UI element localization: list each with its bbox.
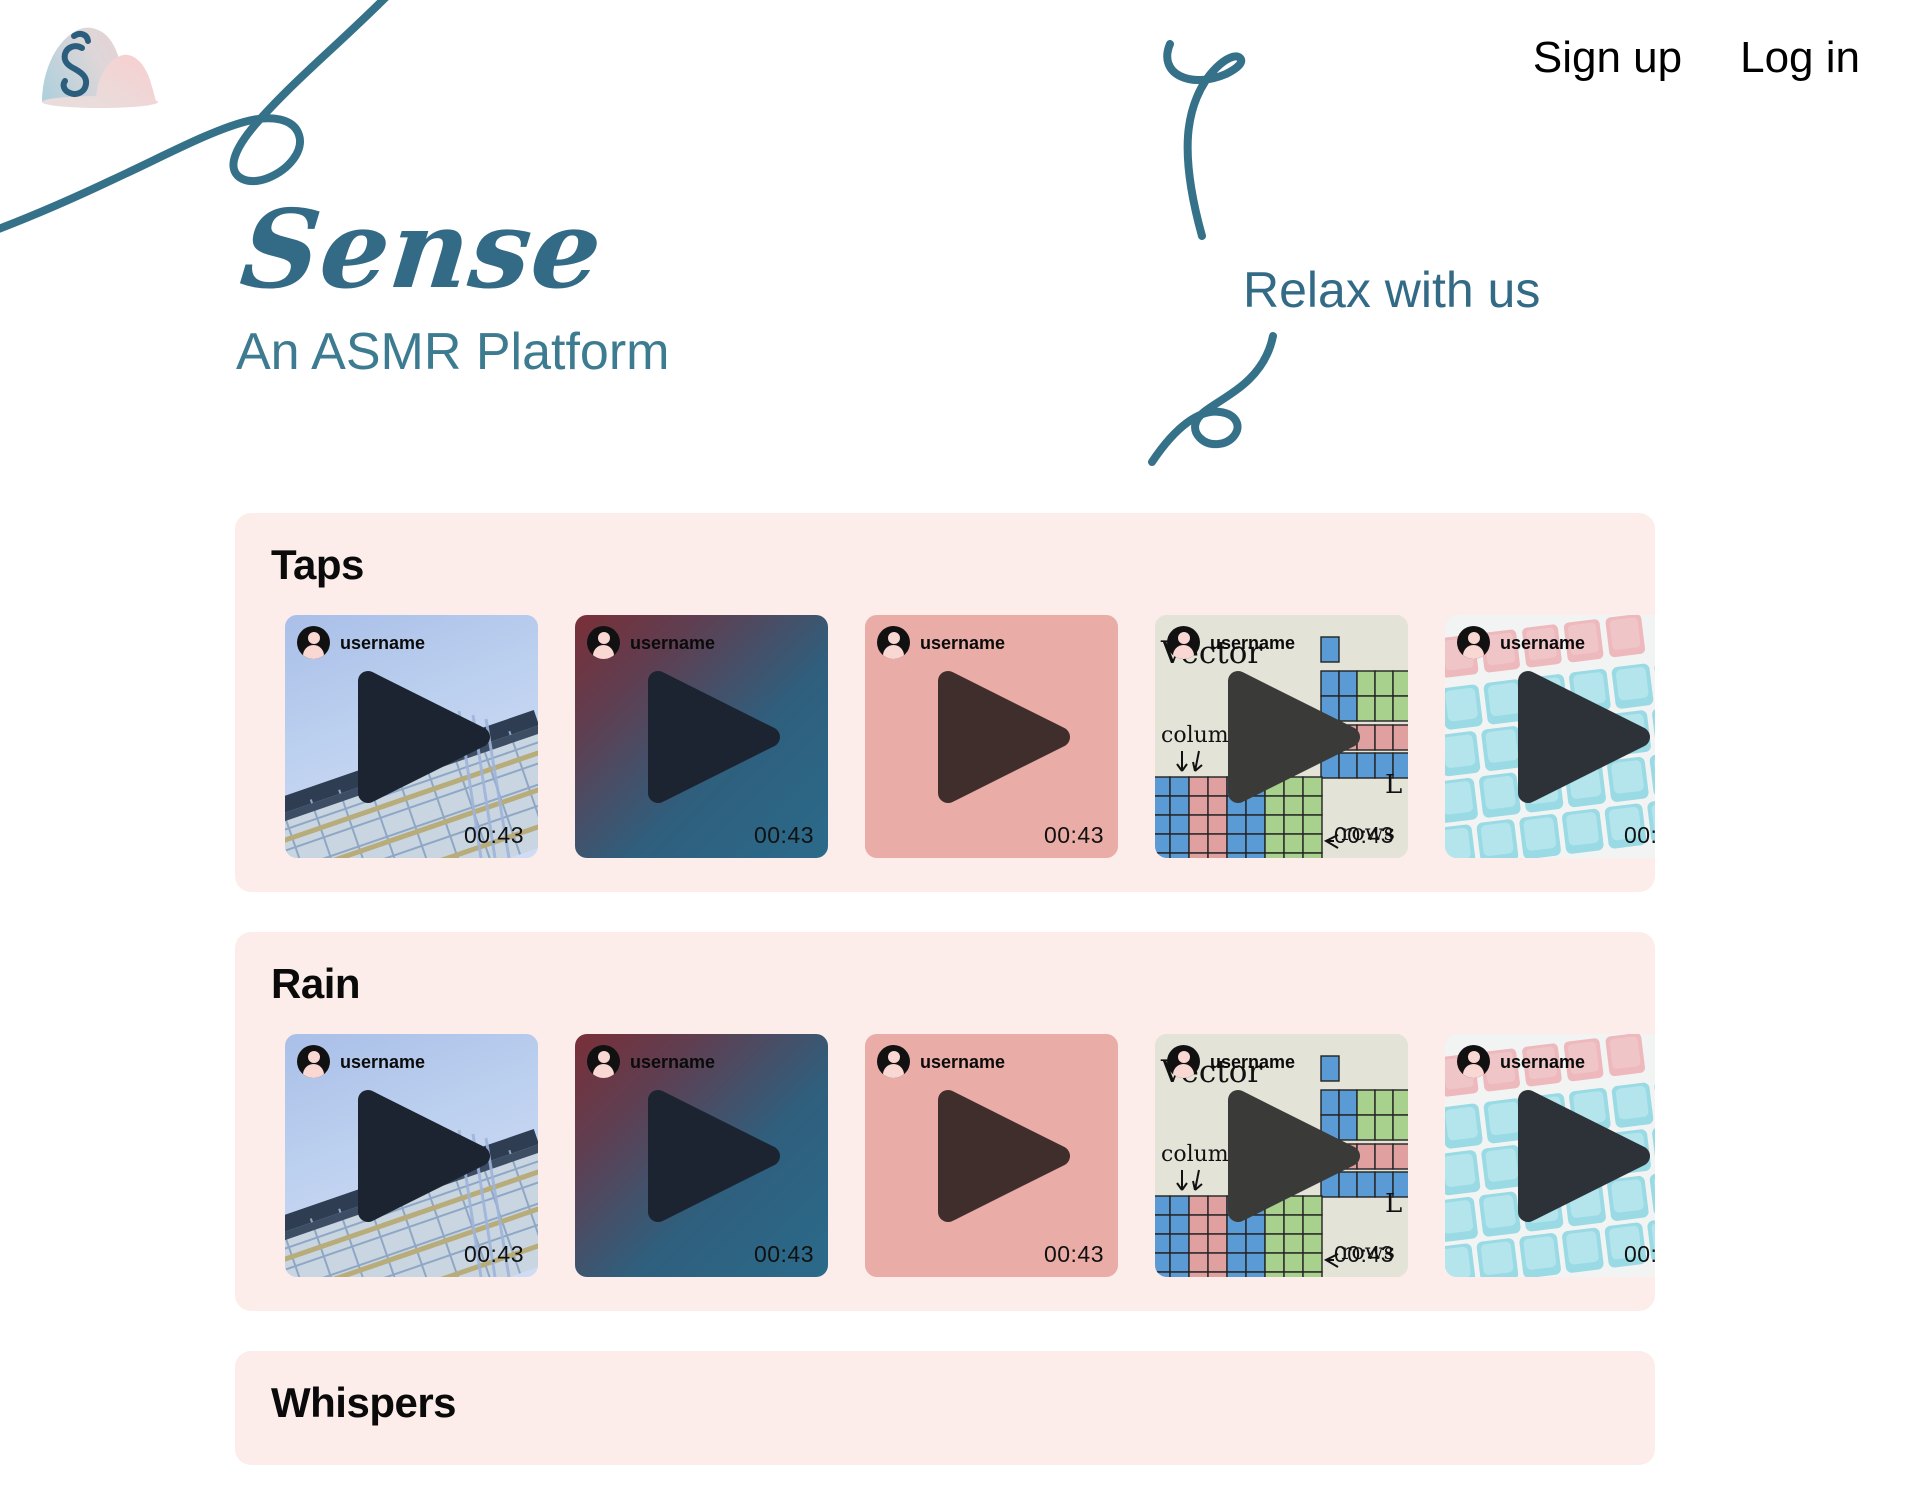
card-header: username <box>1167 1045 1296 1079</box>
video-card[interactable]: Vector columns L rows username 00:43 <box>1155 615 1408 859</box>
video-card[interactable]: username 00:43 <box>285 615 538 859</box>
category-rain: Rain username 00:43 username 00:43 usern… <box>235 932 1655 1312</box>
card-username: username <box>340 1051 426 1072</box>
card-duration: 00:43 <box>1623 822 1655 849</box>
card-header: username <box>877 1045 1006 1079</box>
card-username: username <box>1500 1051 1586 1072</box>
card-duration: 00:43 <box>1333 822 1394 849</box>
card-username: username <box>340 632 426 653</box>
avatar-icon <box>1167 1045 1200 1079</box>
card-duration: 00:43 <box>463 822 524 849</box>
video-card[interactable]: username 00:43 <box>1445 1034 1655 1278</box>
video-card[interactable]: username 00:43 <box>285 1034 538 1278</box>
card-username: username <box>1500 632 1586 653</box>
card-duration: 00:43 <box>1333 1241 1394 1268</box>
card-header: username <box>1457 626 1586 660</box>
video-card[interactable]: Vector columns L rows username 00:43 <box>1155 1034 1408 1278</box>
brand-tagline: An ASMR Platform <box>236 323 670 381</box>
card-duration: 00:43 <box>1623 1241 1655 1268</box>
avatar-icon <box>877 626 910 660</box>
card-duration: 00:43 <box>1043 822 1104 849</box>
card-rail[interactable]: username 00:43 username 00:43 username 0… <box>235 615 1655 859</box>
card-username: username <box>920 1051 1006 1072</box>
avatar-icon <box>587 626 620 660</box>
video-card[interactable]: username 00:43 <box>575 615 828 859</box>
hero-block: Sense An ASMR Platform <box>232 187 670 381</box>
video-card[interactable]: username 00:43 <box>1445 615 1655 859</box>
card-username: username <box>1210 632 1296 653</box>
relax-tagline: Relax with us <box>1243 262 1541 318</box>
video-card[interactable]: username 00:43 <box>575 1034 828 1278</box>
card-username: username <box>1210 1051 1296 1072</box>
avatar-icon <box>877 1045 910 1079</box>
card-username: username <box>920 632 1006 653</box>
decorative-swirl-bottom-right <box>1148 332 1277 466</box>
card-duration: 00:43 <box>463 1241 524 1268</box>
card-username: username <box>630 1051 716 1072</box>
card-duration: 00:43 <box>753 1241 814 1268</box>
card-duration: 00:43 <box>753 822 814 849</box>
card-duration: 00:43 <box>1043 1241 1104 1268</box>
top-navigation: Sign up Log in <box>1533 36 1860 80</box>
category-whispers: Whispers <box>235 1351 1655 1466</box>
category-sections: Taps username 00:43 username 00:43 usern… <box>235 513 1655 1505</box>
card-header: username <box>587 626 716 660</box>
card-username: username <box>630 632 716 653</box>
video-card[interactable]: username 00:43 <box>865 1034 1118 1278</box>
category-title: Whispers <box>271 1379 457 1427</box>
category-title: Taps <box>271 541 364 588</box>
video-card[interactable]: username 00:43 <box>865 615 1118 859</box>
avatar-icon <box>1167 626 1200 660</box>
card-header: username <box>1167 626 1296 660</box>
avatar-icon <box>297 1045 330 1079</box>
category-title: Rain <box>271 960 361 1008</box>
avatar-icon <box>587 1045 620 1079</box>
brand-logo-icon[interactable] <box>38 22 218 117</box>
card-rail[interactable]: username 00:43 username 00:43 username 0… <box>235 1034 1655 1278</box>
category-taps: Taps username 00:43 username 00:43 usern… <box>235 513 1655 893</box>
decorative-swirl-top-right <box>1163 40 1246 240</box>
card-header: username <box>587 1045 716 1079</box>
card-header: username <box>297 626 426 660</box>
avatar-icon <box>297 626 330 660</box>
brand-wordmark: Sense <box>235 187 609 313</box>
avatar-icon <box>1457 1045 1490 1079</box>
log-in-link[interactable]: Log in <box>1740 36 1860 80</box>
avatar-icon <box>1457 626 1490 660</box>
sign-up-link[interactable]: Sign up <box>1533 36 1682 80</box>
card-header: username <box>297 1045 426 1079</box>
card-header: username <box>1457 1045 1586 1079</box>
card-header: username <box>877 626 1006 660</box>
